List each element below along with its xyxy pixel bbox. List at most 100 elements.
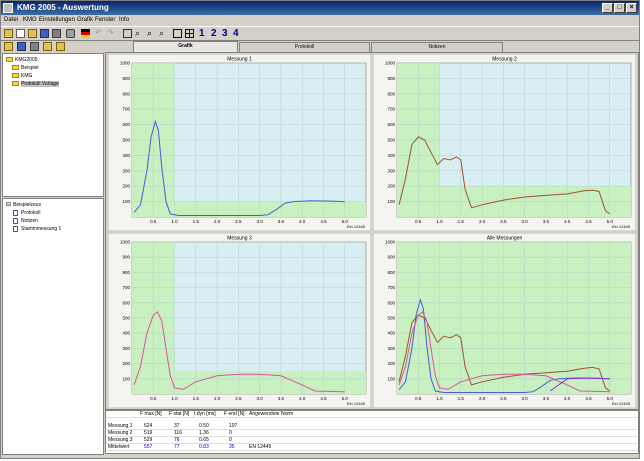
german-flag-icon[interactable] [81,29,90,38]
x-tick-label: 2.0 [479,396,486,401]
tab-notizen[interactable]: Notizen [371,42,503,52]
x-tick-label: 3.5 [278,219,285,224]
y-tick-label: 100 [122,199,130,204]
x-tick-label: 1.5 [458,396,465,401]
folder-tree[interactable]: KMG2005 Beispiel KMG Protokoll Vorlage [2,53,104,197]
undo-icon[interactable]: ↶ [95,29,104,38]
x-tick-label: 3.5 [278,396,285,401]
layout-grid-icon[interactable] [185,29,194,38]
tree-new-folder-icon[interactable] [56,42,65,51]
tree-folder-icon[interactable] [43,42,52,51]
table-cell: 557 [144,444,153,450]
chart-area: Messung 1 0.5 1.0 1.5 2.0 2.5 3.0 3.5 4.0 4.5 5.0 1… [105,52,639,410]
tree-copy-icon[interactable] [30,42,39,51]
status-bar [1,454,639,458]
y-tick-label: 500 [387,138,395,143]
title-bar[interactable]: KMG 2005 - Auswertung _ □ × [1,1,639,15]
tree-node[interactable]: Stammmessung 1 [21,226,61,232]
menu-einstellungen[interactable]: Einstellungen [39,16,75,25]
x-axis-label: Ein 12445 [347,401,366,406]
x-tick-label: 4.5 [585,396,592,401]
y-tick-label: 700 [387,107,395,112]
tree-node[interactable]: Protokoll [21,210,40,216]
tree-node[interactable]: Notizen [21,218,38,224]
redo-icon[interactable]: ↷ [107,29,116,38]
chart-alle-messungen[interactable]: Alle Messungen 0.5 1.0 1.5 2.0 2.5 3.0 3.5 4.0 4.… [373,233,636,408]
zoom-in-icon[interactable]: ⌕ [135,29,144,38]
table-row[interactable]: Messung 1 624 37 0.50 107 [106,423,638,430]
page-button-2[interactable]: 2 [211,27,217,40]
measurement-tree[interactable]: ⊟ Beispielzeus Protokoll Notizen Stammme… [2,198,104,455]
menu-datei[interactable]: Datei [4,16,18,25]
minimize-button[interactable]: _ [602,3,613,13]
table-cell: 529 [144,437,153,443]
y-tick-label: 400 [387,331,395,336]
menu-info[interactable]: Info [119,16,129,25]
folder-icon [12,65,19,70]
x-tick-label: 3.0 [522,396,529,401]
x-tick-label: 2.5 [500,219,507,224]
page-button-4[interactable]: 4 [233,27,239,40]
y-tick-label: 200 [387,361,395,366]
x-tick-label: 2.0 [214,219,221,224]
tree-save-icon[interactable] [17,42,26,51]
y-tick-label: 600 [387,300,395,305]
layout-single-icon[interactable] [173,29,182,38]
table-cell: 624 [144,423,153,429]
tree-node[interactable]: Beispielzeus [13,202,41,208]
menu-bar: Datei KMG Einstellungen Grafik Fenster I… [1,15,639,26]
x-tick-label: 1.0 [436,396,443,401]
close-button[interactable]: × [626,3,637,13]
column-header: Angewendete Norm [249,411,294,417]
new-document-icon[interactable] [16,29,25,38]
x-tick-label: 4.0 [299,219,306,224]
page-button-1[interactable]: 1 [199,27,205,40]
column-header: F stat [N] [169,411,190,417]
x-tick-label: 4.0 [564,219,571,224]
app-icon[interactable] [3,3,13,13]
y-tick-label: 500 [122,316,130,321]
y-tick-label: 200 [122,184,130,189]
table-row[interactable]: Messung 2 519 116 1.36 0 [106,430,638,437]
tree-node[interactable]: Beispiel [21,65,39,71]
chart-title: Alle Messungen [487,236,523,242]
chart-messung-2[interactable]: Messung 20.5 1.0 1.5 2.0 2.5 3.0 3.5 4.0 4.5 5.01… [373,54,636,231]
zoom-out-icon[interactable]: ⌕ [147,29,156,38]
table-cell: 0.83 [199,444,209,450]
zoom-fit-icon[interactable] [123,29,132,38]
table-header-row: F max [N] F stat [N] t dyn [ms] F end [N… [106,411,638,418]
y-tick-label: 300 [387,346,395,351]
x-tick-label: 0.5 [150,396,157,401]
menu-grafik[interactable]: Grafik [77,16,93,25]
page-button-3[interactable]: 3 [222,27,228,40]
print-icon[interactable] [66,29,75,38]
y-tick-label: 800 [387,91,395,96]
x-tick-label: 2.5 [235,219,242,224]
x-tick-label: 3.5 [543,219,550,224]
tab-strip: Grafik Protokoll Notizen [105,41,639,53]
chart-messung-3[interactable]: Messung 30.5 1.0 1.5 2.0 2.5 3.0 3.5 4.0 4.5 5.01… [108,233,371,408]
menu-fenster[interactable]: Fenster [95,16,115,25]
minus-box-icon[interactable]: ⊟ [6,202,11,208]
x-tick-label: 1.0 [436,219,443,224]
save-icon[interactable] [40,29,49,38]
tab-protokoll[interactable]: Protokoll [239,42,370,52]
table-row[interactable]: Messung 3 529 76 0.65 0 [106,437,638,444]
menu-kmg[interactable]: KMG [23,16,37,25]
tree-node[interactable]: KMG2005 [15,57,38,63]
chart-messung-1[interactable]: Messung 10.5 1.0 1.5 2.0 2.5 3.0 3.5 4.0 4.5 5.01… [108,54,371,231]
open-folder-icon[interactable] [4,29,13,38]
row-label: Messung 3 [108,437,133,443]
tree-node[interactable]: KMG [21,73,32,79]
y-tick-label: 300 [122,168,130,173]
chart-title: Messung 3 [227,236,252,242]
maximize-button[interactable]: □ [614,3,625,13]
y-tick-label: 200 [122,361,130,366]
save-all-icon[interactable] [52,29,61,38]
open-icon[interactable] [28,29,37,38]
table-cell: 0 [229,437,232,443]
zoom-icon[interactable]: ⌕ [159,29,168,38]
table-row-mean[interactable]: Mittelwert 557 77 0.83 35 EN 12445 [106,444,638,451]
tree-node-selected[interactable]: Protokoll Vorlage [21,81,59,87]
tree-open-icon[interactable] [4,42,13,51]
